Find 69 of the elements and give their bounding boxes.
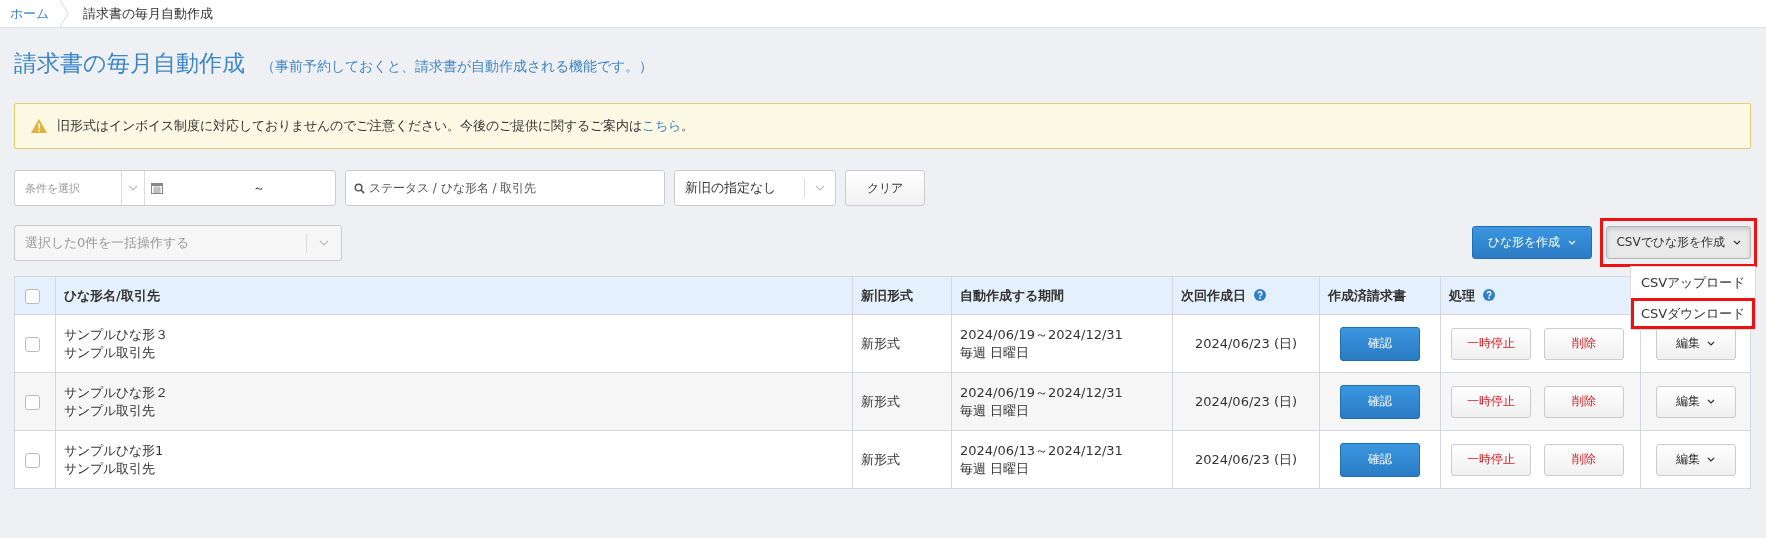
chevron-down-icon <box>128 185 138 191</box>
row-checkbox[interactable] <box>25 452 40 468</box>
chevron-down-icon <box>1707 341 1716 346</box>
next-date: 2024/06/23 (日) <box>1194 393 1298 409</box>
calendar-icon <box>151 182 163 194</box>
edit-button[interactable]: 編集 <box>1655 443 1736 476</box>
chevron-down-icon <box>1732 240 1741 245</box>
page-title: 請求書の毎月自動作成 <box>14 49 245 78</box>
page-subtitle: （事前予約しておくと、請求書が自動作成される機能です。） <box>261 58 653 76</box>
search-field[interactable]: ステータス / ひな形名 / 取引先 <box>345 170 665 206</box>
condition-date-filter[interactable]: 条件を選択 ～ <box>14 170 336 206</box>
column-header: 新旧形式 <box>861 287 913 303</box>
schedule-text: 毎週 日曜日 <box>960 401 1031 420</box>
csv-create-button[interactable]: CSVでひな形を作成 <box>1606 226 1751 259</box>
template-name: サンプルひな形1 <box>64 441 165 460</box>
chevron-down-icon <box>1707 399 1716 404</box>
format-cell: 新形式 <box>861 451 900 467</box>
period-range: 2024/06/13～2024/12/31 <box>960 441 1124 460</box>
clear-button[interactable]: クリア <box>845 170 925 206</box>
period-range: 2024/06/19～2024/12/31 <box>960 383 1124 402</box>
next-date: 2024/06/23 (日) <box>1194 335 1298 351</box>
view-button[interactable]: 確認 <box>1340 326 1420 361</box>
row-checkbox[interactable] <box>25 336 40 352</box>
create-template-button[interactable]: ひな形を作成 <box>1472 226 1592 259</box>
column-header: ひな形名/取引先 <box>64 287 160 303</box>
period-range: 2024/06/19～2024/12/31 <box>960 325 1124 344</box>
chevron-down-icon <box>1707 457 1716 462</box>
row-checkbox[interactable] <box>25 394 40 410</box>
schedule-text: 毎週 日曜日 <box>960 343 1031 362</box>
column-header: 次回作成日 <box>1181 287 1246 303</box>
client-name: サンプル取引先 <box>64 343 156 362</box>
schedule-text: 毎週 日曜日 <box>960 459 1031 478</box>
pause-button[interactable]: 一時停止 <box>1451 443 1531 476</box>
date-range-separator: ～ <box>253 179 265 197</box>
client-name: サンプル取引先 <box>64 401 156 420</box>
template-name: サンプルひな形３ <box>64 325 169 344</box>
format-select[interactable]: 新旧の指定なし <box>674 170 836 206</box>
pause-button[interactable]: 一時停止 <box>1451 385 1531 418</box>
chevron-down-icon <box>815 185 825 191</box>
select-all-checkbox[interactable] <box>25 288 40 304</box>
delete-button[interactable]: 削除 <box>1544 385 1624 418</box>
warning-text: 旧形式はインボイス制度に対応しておりませんのでご注意ください。今後のご提供に関するご案内はこちら。 <box>57 117 694 135</box>
next-date: 2024/06/23 (日) <box>1194 451 1298 467</box>
search-input[interactable]: ステータス / ひな形名 / 取引先 <box>367 180 664 196</box>
menu-item[interactable]: CSVダウンロード <box>1631 298 1755 329</box>
warning-icon <box>31 119 47 133</box>
chevron-down-icon <box>319 240 329 246</box>
format-cell: 新形式 <box>861 335 900 351</box>
search-icon <box>354 182 365 194</box>
column-header: 自動作成する期間 <box>960 287 1064 303</box>
breadcrumb-current: 請求書の毎月自動作成 <box>82 4 214 23</box>
view-button[interactable]: 確認 <box>1340 384 1420 419</box>
help-icon[interactable] <box>1254 288 1266 301</box>
pause-button[interactable]: 一時停止 <box>1451 327 1531 360</box>
menu-item[interactable]: CSVアップロード <box>1631 267 1755 298</box>
template-name: サンプルひな形２ <box>64 383 169 402</box>
help-icon[interactable] <box>1483 288 1495 301</box>
format-cell: 新形式 <box>861 393 900 409</box>
condition-select[interactable]: 条件を選択 <box>15 180 121 196</box>
delete-button[interactable]: 削除 <box>1544 327 1624 360</box>
client-name: サンプル取引先 <box>64 459 156 478</box>
column-header: 処理 <box>1449 287 1475 303</box>
breadcrumb-link[interactable]: ホーム <box>8 4 59 23</box>
delete-button[interactable]: 削除 <box>1544 443 1624 476</box>
chevron-down-icon <box>1567 240 1576 245</box>
edit-button[interactable]: 編集 <box>1655 385 1736 418</box>
column-header: 作成済請求書 <box>1328 287 1406 303</box>
view-button[interactable]: 確認 <box>1340 442 1420 477</box>
info-link[interactable]: こちら <box>642 118 681 133</box>
